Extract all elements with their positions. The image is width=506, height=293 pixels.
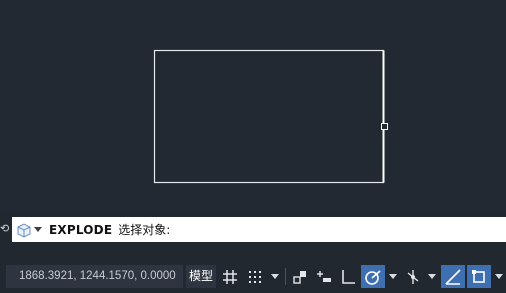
infer-constraints-icon[interactable] bbox=[289, 265, 311, 288]
object-snap-icon[interactable] bbox=[467, 265, 491, 288]
recent-commands-caret-icon[interactable] bbox=[34, 227, 42, 232]
ortho-icon[interactable] bbox=[337, 265, 359, 288]
status-separator bbox=[285, 268, 286, 285]
snap-grid-icon[interactable] bbox=[244, 265, 266, 288]
grid-icon[interactable] bbox=[219, 265, 241, 288]
object-snap-dropdown-caret[interactable] bbox=[492, 265, 505, 288]
rectangle-entity[interactable] bbox=[153, 49, 385, 184]
dynamic-input-icon[interactable] bbox=[313, 265, 335, 288]
cube-icon[interactable] bbox=[15, 222, 33, 238]
object-snap-tracking-icon[interactable] bbox=[441, 265, 465, 288]
model-space-button[interactable]: 模型 bbox=[186, 265, 216, 288]
coordinate-readout[interactable]: 1868.3921, 1244.1570, 0.0000 bbox=[6, 265, 183, 288]
snap-dropdown-caret[interactable] bbox=[268, 265, 282, 288]
status-bar: 1868.3921, 1244.1570, 0.0000 模型 bbox=[0, 262, 506, 293]
midpoint-grip[interactable] bbox=[381, 123, 388, 130]
command-name: EXPLODE bbox=[49, 222, 113, 237]
command-line[interactable]: EXPLODE 选择对象: bbox=[12, 217, 506, 242]
drawing-svg bbox=[153, 49, 388, 184]
isodraft-dropdown-caret[interactable] bbox=[425, 265, 439, 288]
command-line-handle[interactable]: ⟲ bbox=[0, 221, 10, 237]
polar-dropdown-caret[interactable] bbox=[386, 265, 400, 288]
polar-tracking-icon[interactable] bbox=[361, 265, 385, 288]
isodraft-icon[interactable] bbox=[402, 265, 424, 288]
drawing-canvas[interactable] bbox=[0, 0, 506, 213]
command-prompt: 选择对象: bbox=[118, 223, 171, 237]
